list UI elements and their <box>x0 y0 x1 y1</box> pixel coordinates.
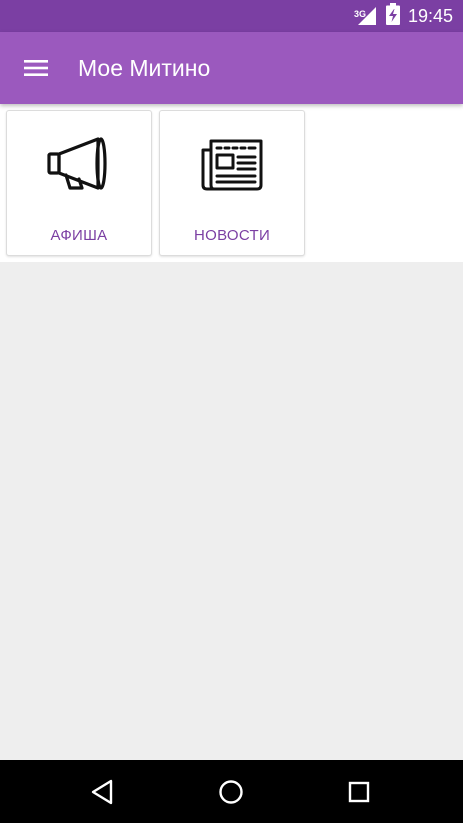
tile-label-news: НОВОСТИ <box>193 227 271 244</box>
back-button[interactable] <box>81 771 123 813</box>
tile-afisha[interactable]: АФИША <box>6 110 152 256</box>
battery-charging-icon <box>385 2 400 30</box>
status-indicators: 3G 19:45 <box>353 0 453 32</box>
recents-button[interactable] <box>338 771 380 813</box>
tile-news[interactable]: НОВОСТИ <box>159 110 305 256</box>
network-type-label: 3G <box>353 9 366 19</box>
back-icon <box>91 779 113 805</box>
app-title: Мое Митино <box>78 55 211 81</box>
menu-button[interactable] <box>14 44 58 92</box>
hamburger-menu-icon <box>24 60 48 76</box>
home-button[interactable] <box>210 771 252 813</box>
tile-label-afisha: АФИША <box>50 227 108 244</box>
newspaper-icon <box>196 133 268 197</box>
clock: 19:45 <box>407 6 453 26</box>
tiles-grid: АФИША НОВОСТИ <box>0 104 463 262</box>
recents-icon <box>348 781 370 803</box>
app-bar: Мое Митино <box>0 32 463 104</box>
signal-icon: 3G <box>353 5 378 27</box>
navigation-bar <box>0 760 463 823</box>
status-bar: 3G 19:45 <box>0 0 463 32</box>
home-icon <box>219 780 243 804</box>
megaphone-icon <box>43 133 115 197</box>
